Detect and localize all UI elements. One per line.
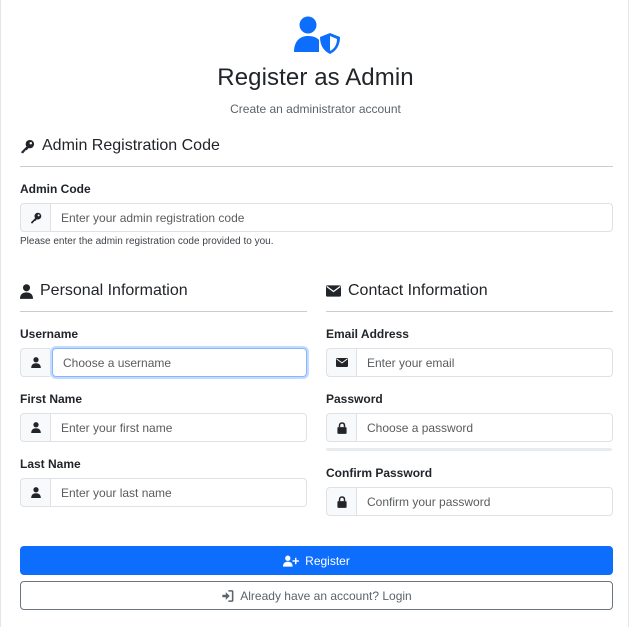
email-group xyxy=(326,348,613,377)
admin-code-group xyxy=(20,203,613,232)
sign-in-icon xyxy=(222,589,234,602)
login-link-label: Already have an account? Login xyxy=(240,588,412,603)
register-admin-page: Register as Admin Create an administrato… xyxy=(0,0,629,627)
user-icon xyxy=(30,422,41,433)
register-button-label: Register xyxy=(305,553,350,568)
contact-section-title: Contact Information xyxy=(348,282,488,299)
last-name-group xyxy=(20,478,307,507)
first-name-label: First Name xyxy=(20,392,83,406)
lock-icon xyxy=(336,495,347,508)
first-name-group xyxy=(20,413,307,442)
password-label: Password xyxy=(326,392,383,406)
admin-code-label: Admin Code xyxy=(20,182,91,196)
page-title: Register as Admin xyxy=(217,64,414,91)
user-shield-icon xyxy=(294,16,340,54)
username-addon xyxy=(20,348,50,377)
personal-section-heading: Personal Information xyxy=(20,282,188,300)
user-plus-icon xyxy=(283,555,300,567)
admin-section-title: Admin Registration Code xyxy=(42,137,220,154)
personal-section-title: Personal Information xyxy=(40,282,188,299)
contact-section-heading: Contact Information xyxy=(326,282,488,300)
password-strength-bar xyxy=(326,448,612,451)
admin-section-heading: Admin Registration Code xyxy=(20,137,220,155)
lock-icon xyxy=(336,421,347,434)
admin-code-input[interactable] xyxy=(50,203,613,232)
email-addon xyxy=(326,348,356,377)
admin-section-divider xyxy=(20,166,613,167)
username-label: Username xyxy=(20,327,79,341)
key-icon xyxy=(30,212,41,223)
envelope-icon xyxy=(326,285,341,297)
confirm-password-label: Confirm Password xyxy=(326,466,433,480)
user-icon xyxy=(30,487,41,498)
first-name-input[interactable] xyxy=(50,413,307,442)
last-name-input[interactable] xyxy=(50,478,307,507)
envelope-icon xyxy=(335,358,348,367)
password-addon xyxy=(326,413,356,442)
contact-section-divider xyxy=(326,311,613,312)
login-link-button[interactable]: Already have an account? Login xyxy=(20,581,613,610)
user-icon xyxy=(30,357,41,368)
last-name-addon xyxy=(20,478,50,507)
confirm-password-addon xyxy=(326,487,356,516)
first-name-addon xyxy=(20,413,50,442)
username-input[interactable] xyxy=(52,348,307,377)
admin-code-help: Please enter the admin registration code… xyxy=(20,236,274,247)
email-label: Email Address xyxy=(326,327,409,341)
key-icon xyxy=(21,139,35,153)
confirm-password-input[interactable] xyxy=(356,487,613,516)
email-input[interactable] xyxy=(356,348,613,377)
password-input[interactable] xyxy=(356,413,613,442)
last-name-label: Last Name xyxy=(20,457,81,471)
confirm-password-group xyxy=(326,487,613,516)
personal-section-divider xyxy=(20,311,307,312)
username-group xyxy=(20,348,307,377)
admin-code-addon xyxy=(20,203,50,232)
register-button[interactable]: Register xyxy=(20,546,613,575)
page-subtitle: Create an administrator account xyxy=(230,102,401,116)
user-icon xyxy=(20,283,33,299)
password-group xyxy=(326,413,613,442)
